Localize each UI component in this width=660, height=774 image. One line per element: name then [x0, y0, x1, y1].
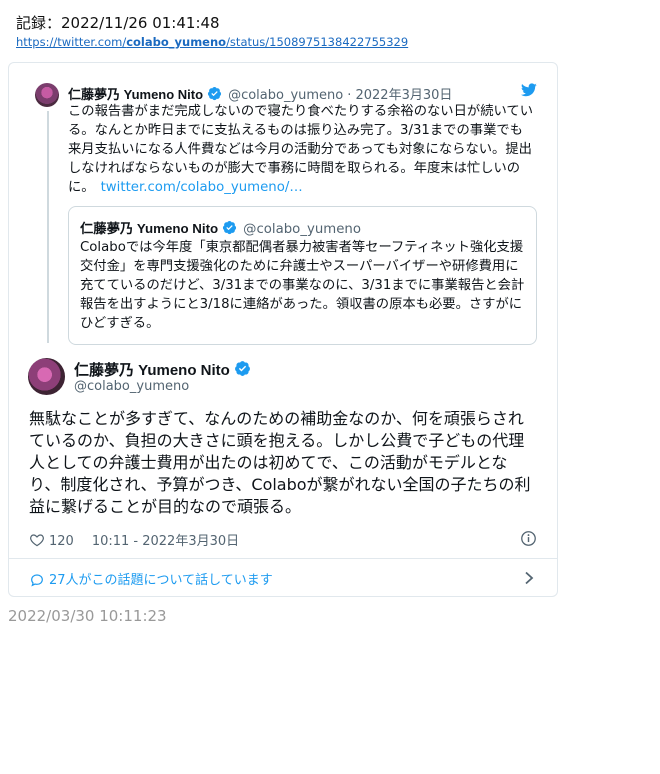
record-label: 記録：2022/11/26 01:41:48: [16, 14, 220, 32]
speech-bubble-icon: [31, 574, 43, 587]
main-author-name-row: 仁藤夢乃 Yumeno Nito: [74, 359, 251, 380]
url-user: colabo_yumeno: [126, 35, 227, 49]
quoted-tweet-header: 仁藤夢乃 Yumeno Nito @colabo_yumeno: [80, 218, 361, 237]
parent-author-handle[interactable]: @colabo_yumeno: [228, 88, 343, 103]
parent-tweet-header: 仁藤夢乃 Yumeno Nito @colabo_yumeno · 2022年3月3…: [68, 84, 452, 103]
tweet-url-link[interactable]: https://twitter.com/colabo_yumeno/status…: [16, 35, 408, 49]
parent-tweet-date[interactable]: · 2022年3月30日: [347, 88, 452, 103]
url-prefix: https://twitter.com/: [16, 35, 127, 49]
url-suffix: /status/1508975138422755329: [226, 35, 409, 49]
quoted-author-handle: @colabo_yumeno: [243, 222, 361, 237]
parent-tweet-text: この報告書がまだ完成しないので寝たり食べたりする余裕のない日が続いている。なんと…: [68, 102, 534, 197]
thread-line: [47, 111, 49, 343]
tweet-timestamp[interactable]: 10:11 - 2022年3月30日: [92, 534, 239, 549]
main-avatar[interactable]: [28, 358, 65, 395]
verified-icon: [223, 221, 237, 235]
parent-avatar[interactable]: [35, 83, 59, 107]
twitter-bird-icon[interactable]: [521, 83, 537, 97]
quoted-author-name: 仁藤夢乃 Yumeno Nito: [80, 221, 219, 236]
archive-timestamp: 2022/03/30 10:11:23: [8, 607, 167, 625]
tweet-embed-card: 仁藤夢乃 Yumeno Nito @colabo_yumeno · 2022年3月3…: [8, 62, 558, 597]
main-tweet-text: 無駄なことが多すぎて、なんのための補助金なのか、何を頑張らされているのか、負担の…: [29, 409, 531, 516]
tweet-meta: 120 10:11 - 2022年3月30日: [29, 530, 239, 549]
divider: [9, 558, 557, 559]
conversation-label: 27人がこの話題について話しています: [49, 573, 273, 588]
like-count[interactable]: 120: [49, 534, 74, 549]
parent-tweet-link[interactable]: twitter.com/colabo_yumeno/…: [101, 180, 303, 195]
quoted-tweet-text: Colaboでは今年度「東京都配偶者暴力被害者等セーフティネット強化支援交付金」…: [80, 240, 525, 331]
info-icon[interactable]: [520, 530, 537, 547]
main-author-name[interactable]: 仁藤夢乃 Yumeno Nito: [74, 362, 230, 379]
parent-author-name[interactable]: 仁藤夢乃 Yumeno Nito: [68, 87, 203, 102]
verified-icon: [234, 361, 250, 376]
heart-icon[interactable]: [29, 532, 45, 548]
main-author-handle[interactable]: @colabo_yumeno: [74, 379, 189, 394]
conversation-link[interactable]: 27人がこの話題について話しています: [29, 569, 273, 588]
chevron-right-icon[interactable]: [523, 571, 535, 585]
quoted-tweet[interactable]: 仁藤夢乃 Yumeno Nito @colabo_yumeno Colaboでは今…: [68, 206, 537, 345]
verified-icon: [208, 87, 222, 101]
